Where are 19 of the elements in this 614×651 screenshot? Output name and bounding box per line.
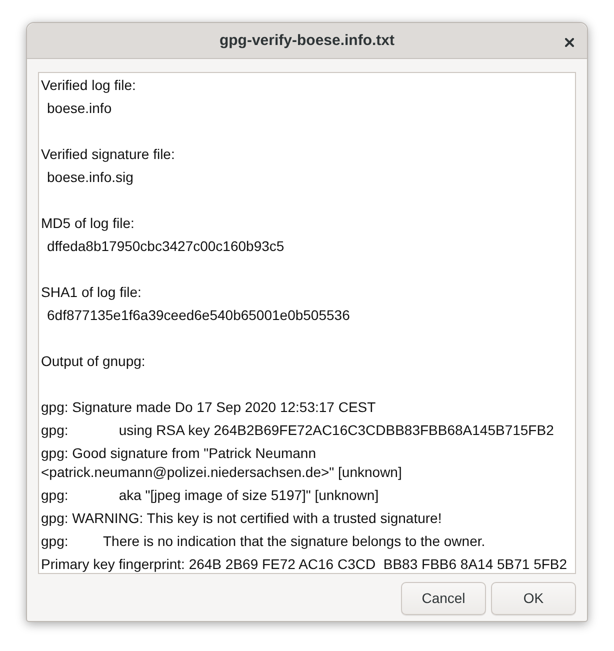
gpg-output-line: gpg: There is no indication that the signature belongs to the owner. xyxy=(41,533,486,549)
field-value: boese.info xyxy=(47,100,112,116)
section-heading: Verified signature file: xyxy=(41,146,175,162)
gpg-output-line: gpg: aka "[jpeg image of size 5197]" [unknown] xyxy=(41,487,379,503)
close-icon xyxy=(564,38,574,46)
gpg-output-line: Primary key fingerprint: 264B 2B69 FE72 AC16 C3CD BB83 FBB6 8A14 5B71 5FB2 xyxy=(41,556,568,572)
field-value: dffeda8b17950cbc3427c00c160b93c5 xyxy=(47,238,284,254)
section-heading: Output of gnupg: xyxy=(41,353,146,369)
field-value: 6df877135e1f6a39ceed6e540b65001e0b505536 xyxy=(47,307,350,323)
section-heading: SHA1 of log file: xyxy=(41,284,142,300)
section-heading: Verified log file: xyxy=(41,77,136,93)
gpg-output-line: gpg: using RSA key 264B2B69FE72AC16C3CDBB83FBB68A145B715FB2 xyxy=(41,422,554,438)
section-heading: MD5 of log file: xyxy=(41,215,134,231)
window-title: gpg-verify-boese.info.txt xyxy=(219,31,394,52)
dialog-button[interactable]: Cancel xyxy=(401,582,486,615)
gpg-output-line: gpg: WARNING: This key is not certified with a trusted signature! xyxy=(41,510,442,526)
gpg-output-line: gpg: Signature made Do 17 Sep 2020 12:53:17 CEST xyxy=(41,399,376,415)
dialog-button[interactable]: OK xyxy=(491,582,576,615)
field-value: boese.info.sig xyxy=(47,169,134,185)
